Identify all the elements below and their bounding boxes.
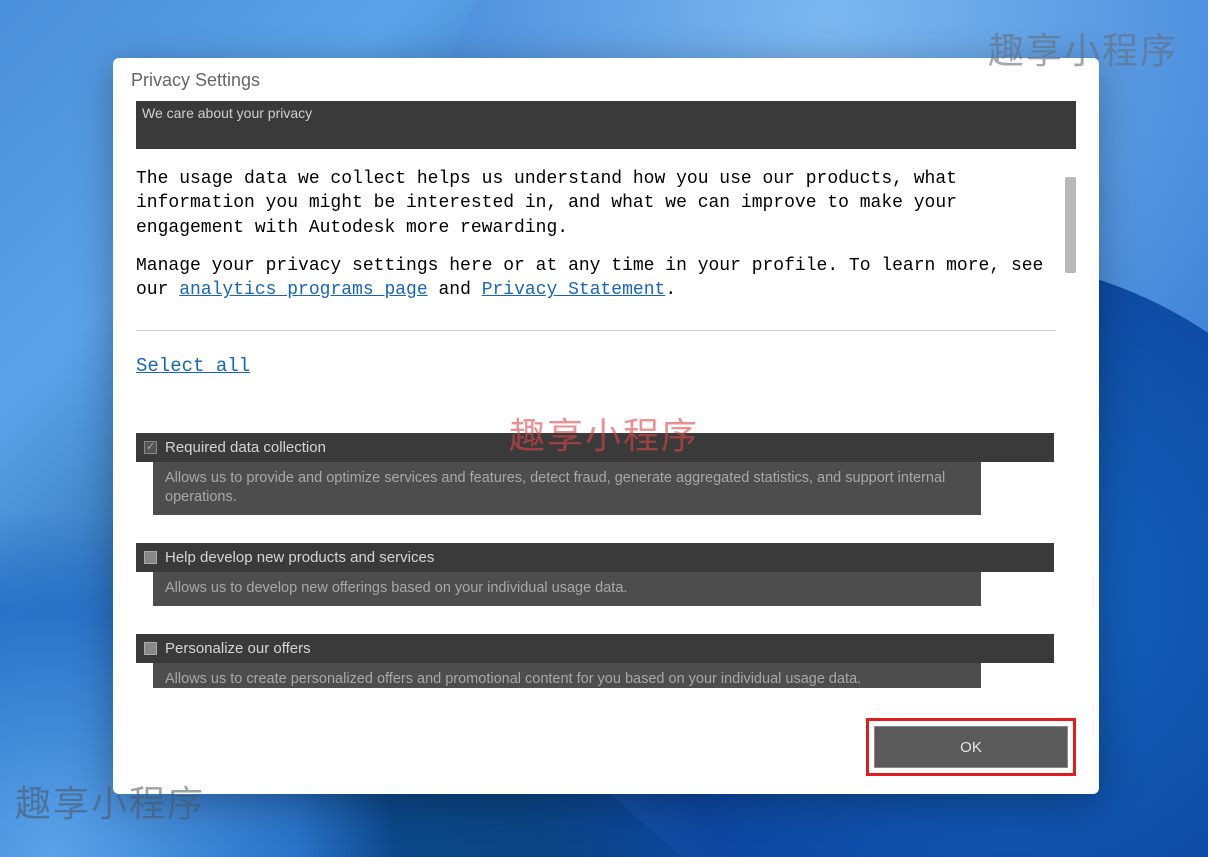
checkbox-help-develop[interactable] (144, 551, 157, 564)
option-description: Allows us to develop new offerings based… (153, 572, 981, 606)
ok-button[interactable]: OK (874, 726, 1068, 768)
option-description: Allows us to provide and optimize servic… (153, 462, 981, 515)
option-header: Required data collection (136, 433, 1054, 462)
checkbox-personalize[interactable] (144, 642, 157, 655)
option-description: Allows us to create personalized offers … (153, 663, 981, 688)
analytics-programs-link[interactable]: analytics programs page (179, 280, 427, 300)
option-title: Personalize our offers (165, 640, 311, 657)
content-area: The usage data we collect helps us under… (136, 167, 1076, 688)
manage-text-middle: and (428, 280, 482, 300)
option-header: Help develop new products and services (136, 543, 1054, 572)
dialog-title: Privacy Settings (113, 58, 1099, 101)
scrollbar[interactable] (1065, 177, 1076, 273)
ok-button-highlight: OK (866, 718, 1076, 776)
section-divider (136, 330, 1056, 331)
option-help-develop: Help develop new products and services A… (136, 543, 1076, 606)
manage-text-suffix: . (665, 280, 676, 300)
option-required-data: Required data collection Allows us to pr… (136, 433, 1076, 515)
option-header: Personalize our offers (136, 634, 1054, 663)
privacy-settings-dialog: Privacy Settings We care about your priv… (113, 58, 1099, 794)
privacy-statement-link[interactable]: Privacy Statement (482, 280, 666, 300)
select-all-link[interactable]: Select all (136, 355, 250, 377)
option-personalize: Personalize our offers Allows us to crea… (136, 634, 1076, 688)
dialog-body: We care about your privacy The usage dat… (113, 101, 1099, 708)
intro-paragraph: The usage data we collect helps us under… (136, 167, 1076, 240)
dialog-footer: OK (113, 708, 1099, 794)
option-title: Help develop new products and services (165, 549, 434, 566)
privacy-banner: We care about your privacy (136, 101, 1076, 149)
option-title: Required data collection (165, 439, 326, 456)
checkbox-required-data (144, 441, 157, 454)
manage-paragraph: Manage your privacy settings here or at … (136, 254, 1076, 303)
